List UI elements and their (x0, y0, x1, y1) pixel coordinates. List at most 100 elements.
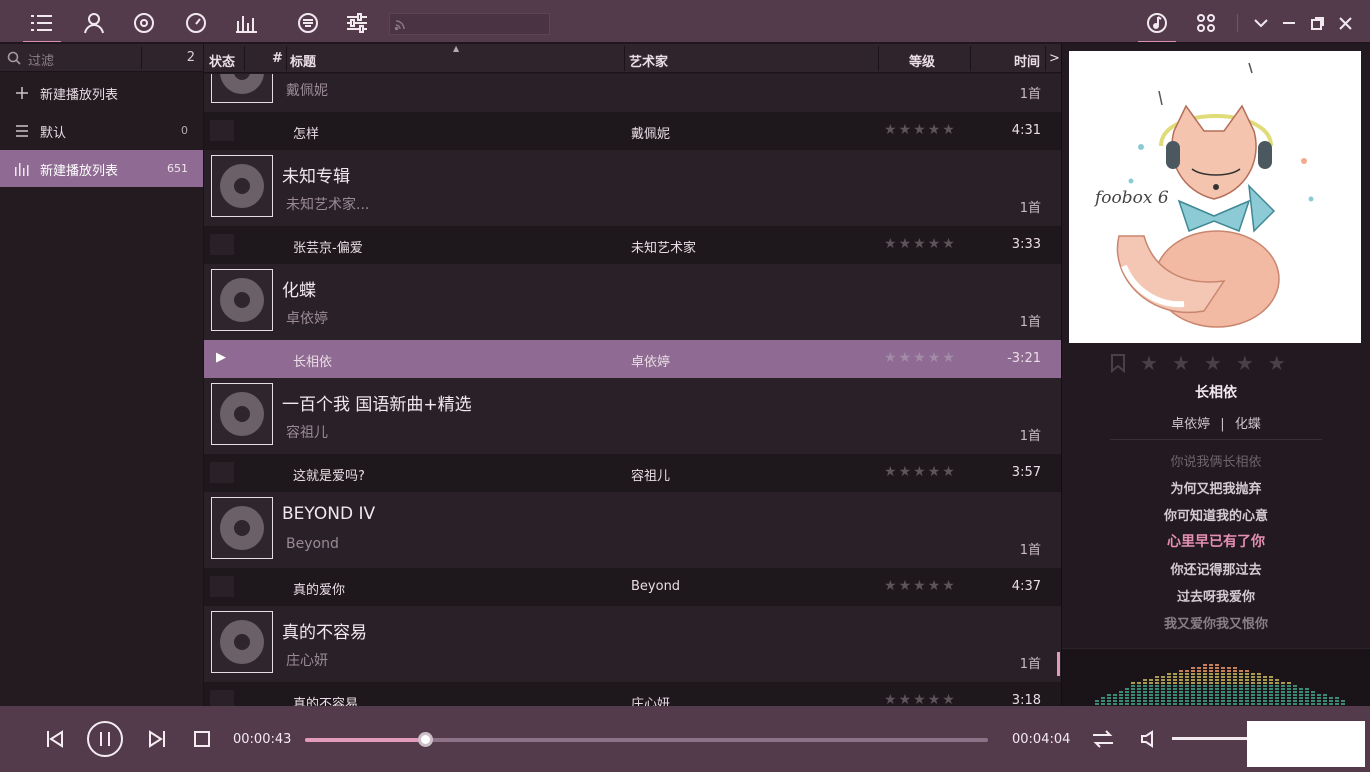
spectrum-segment (1305, 694, 1309, 696)
minimize-icon[interactable] (1274, 6, 1304, 40)
album-art[interactable]: foobox 6 (1069, 51, 1361, 343)
col-number[interactable]: # (272, 51, 283, 66)
spectrum-segment (1161, 685, 1165, 687)
col-divider[interactable] (970, 46, 971, 71)
scroll-marker[interactable] (1057, 652, 1060, 676)
col-title[interactable]: 标题 (290, 51, 316, 70)
grid-icon[interactable] (1189, 6, 1223, 40)
spectrum-segment (1323, 703, 1327, 705)
track-row[interactable]: 真的不容易 庄心妍 ★ ★ ★ ★ ★ 3:18 (204, 682, 1061, 706)
spectrum-segment (1269, 676, 1273, 678)
rating-stars[interactable]: ★ ★ ★ ★ ★ (884, 579, 955, 593)
track-artist: 戴佩妮 (631, 127, 671, 142)
user-icon[interactable] (77, 6, 111, 40)
rating-star-icon[interactable]: ★ (1140, 351, 1158, 375)
progress-slider[interactable] (305, 732, 988, 747)
spectrum-segment (1209, 700, 1213, 702)
album-artist: Beyond (286, 536, 339, 552)
search-input[interactable] (389, 13, 550, 35)
col-artist[interactable]: 艺术家 (629, 51, 668, 70)
album-track-count: 1首 (1019, 201, 1041, 216)
spectrum-segment (1299, 694, 1303, 696)
sidebar-item-new-playlist-active[interactable]: 新建播放列表 651 (0, 150, 203, 187)
spectrum-segment (1293, 697, 1297, 699)
album-group[interactable]: 戴佩妮 1首 (204, 74, 1061, 112)
sidebar-item-default[interactable]: 默认 0 (0, 112, 203, 149)
pause-button[interactable] (85, 719, 125, 759)
disc-icon[interactable] (127, 6, 161, 40)
spectrum-segment (1203, 697, 1207, 699)
rating-stars[interactable]: ★ ★ ★ ★ ★ (884, 465, 955, 479)
spectrum-segment (1275, 694, 1279, 696)
sidebar-item-new-playlist[interactable]: 新建播放列表 (0, 74, 203, 111)
volume-slider[interactable] (1172, 737, 1252, 740)
col-divider[interactable] (244, 46, 245, 71)
spectrum-segment (1221, 703, 1225, 705)
track-row[interactable]: 怎样 戴佩妮 ★ ★ ★ ★ ★ 4:31 (204, 112, 1061, 150)
menu-circle-icon[interactable] (291, 6, 325, 40)
track-row[interactable]: 真的爱你 Beyond ★ ★ ★ ★ ★ 4:37 (204, 568, 1061, 606)
repeat-icon[interactable] (1089, 725, 1117, 753)
spectrum-segment (1281, 685, 1285, 687)
spectrum-segment (1263, 682, 1267, 684)
playlist-filter[interactable]: 过滤 2 (0, 44, 203, 72)
col-status[interactable]: 状态 (209, 51, 235, 70)
rating-star-icon[interactable]: ★ (1236, 351, 1254, 375)
track-row[interactable]: 这就是爱吗? 容祖儿 ★ ★ ★ ★ ★ 3:57 (204, 454, 1061, 492)
album-group[interactable]: 化蝶 卓依婷 1首 (204, 264, 1061, 340)
search-icon (7, 51, 21, 65)
col-divider[interactable] (1045, 46, 1046, 71)
now-playing-album[interactable]: 化蝶 (1235, 417, 1261, 432)
stop-icon[interactable] (188, 725, 216, 753)
album-group[interactable]: 一百个我 国语新曲+精选 容祖儿 1首 (204, 378, 1061, 454)
track-row[interactable]: 张芸京-偏爱 未知艺术家 ★ ★ ★ ★ ★ 3:33 (204, 226, 1061, 264)
spectrum-segment (1227, 691, 1231, 693)
rating-star-icon[interactable]: ★ (1204, 351, 1222, 375)
col-divider[interactable] (878, 46, 879, 71)
spectrum-segment (1281, 694, 1285, 696)
list-icon[interactable] (23, 6, 61, 44)
spectrum-segment (1311, 703, 1315, 705)
spectrum-segment (1119, 703, 1123, 705)
gauge-icon[interactable] (179, 6, 213, 40)
spectrum-segment (1137, 700, 1141, 702)
spectrum-segment (1227, 667, 1231, 669)
col-time[interactable]: 时间 (1014, 51, 1040, 70)
spectrum-segment (1227, 703, 1231, 705)
close-icon[interactable] (1330, 6, 1360, 40)
col-more[interactable]: > (1049, 51, 1060, 66)
rating-star-icon[interactable]: ★ (1268, 351, 1286, 375)
chevron-down-icon[interactable] (1245, 6, 1277, 40)
rating-stars[interactable]: ★ ★ ★ ★ ★ (884, 237, 955, 251)
next-icon[interactable] (142, 725, 172, 753)
spectrum-segment (1143, 682, 1147, 684)
sliders-icon[interactable] (340, 6, 374, 40)
album-group[interactable]: 未知专辑 未知艺术家... 1首 (204, 150, 1061, 226)
maximize-icon[interactable] (1302, 6, 1332, 40)
track-row-playing[interactable]: ▶ 长相依 卓依婷 ★ ★ ★ ★ ★ -3:21 (204, 340, 1061, 378)
progress-handle[interactable] (418, 732, 434, 747)
spectrum-segment (1155, 688, 1159, 690)
previous-icon[interactable] (40, 725, 70, 753)
bookmark-icon[interactable] (1110, 353, 1126, 373)
spectrum-segment (1143, 703, 1147, 705)
spectrum-segment (1149, 679, 1153, 681)
rating-stars[interactable]: ★ ★ ★ ★ ★ (884, 123, 955, 137)
progress-fill (305, 738, 426, 742)
rating-stars[interactable]: ★ ★ ★ ★ ★ (884, 693, 955, 706)
spectrum-segment (1293, 685, 1297, 687)
col-divider[interactable] (624, 46, 625, 71)
spectrum-segment (1131, 700, 1135, 702)
spectrum-segment (1161, 703, 1165, 705)
spectrum-segment (1179, 682, 1183, 684)
album-group[interactable]: 真的不容易 庄心妍 1首 (204, 606, 1061, 682)
col-rating[interactable]: 等级 (909, 51, 935, 70)
col-divider[interactable] (286, 46, 287, 71)
now-playing-artist[interactable]: 卓依婷 (1171, 417, 1210, 432)
equalizer-bars-icon[interactable] (230, 6, 264, 40)
volume-icon[interactable] (1135, 725, 1163, 753)
album-group[interactable]: BEYOND IV Beyond 1首 (204, 492, 1061, 568)
music-note-icon[interactable] (1138, 6, 1176, 44)
rating-star-icon[interactable]: ★ (1172, 351, 1190, 375)
rating-stars[interactable]: ★ ★ ★ ★ ★ (884, 351, 955, 365)
